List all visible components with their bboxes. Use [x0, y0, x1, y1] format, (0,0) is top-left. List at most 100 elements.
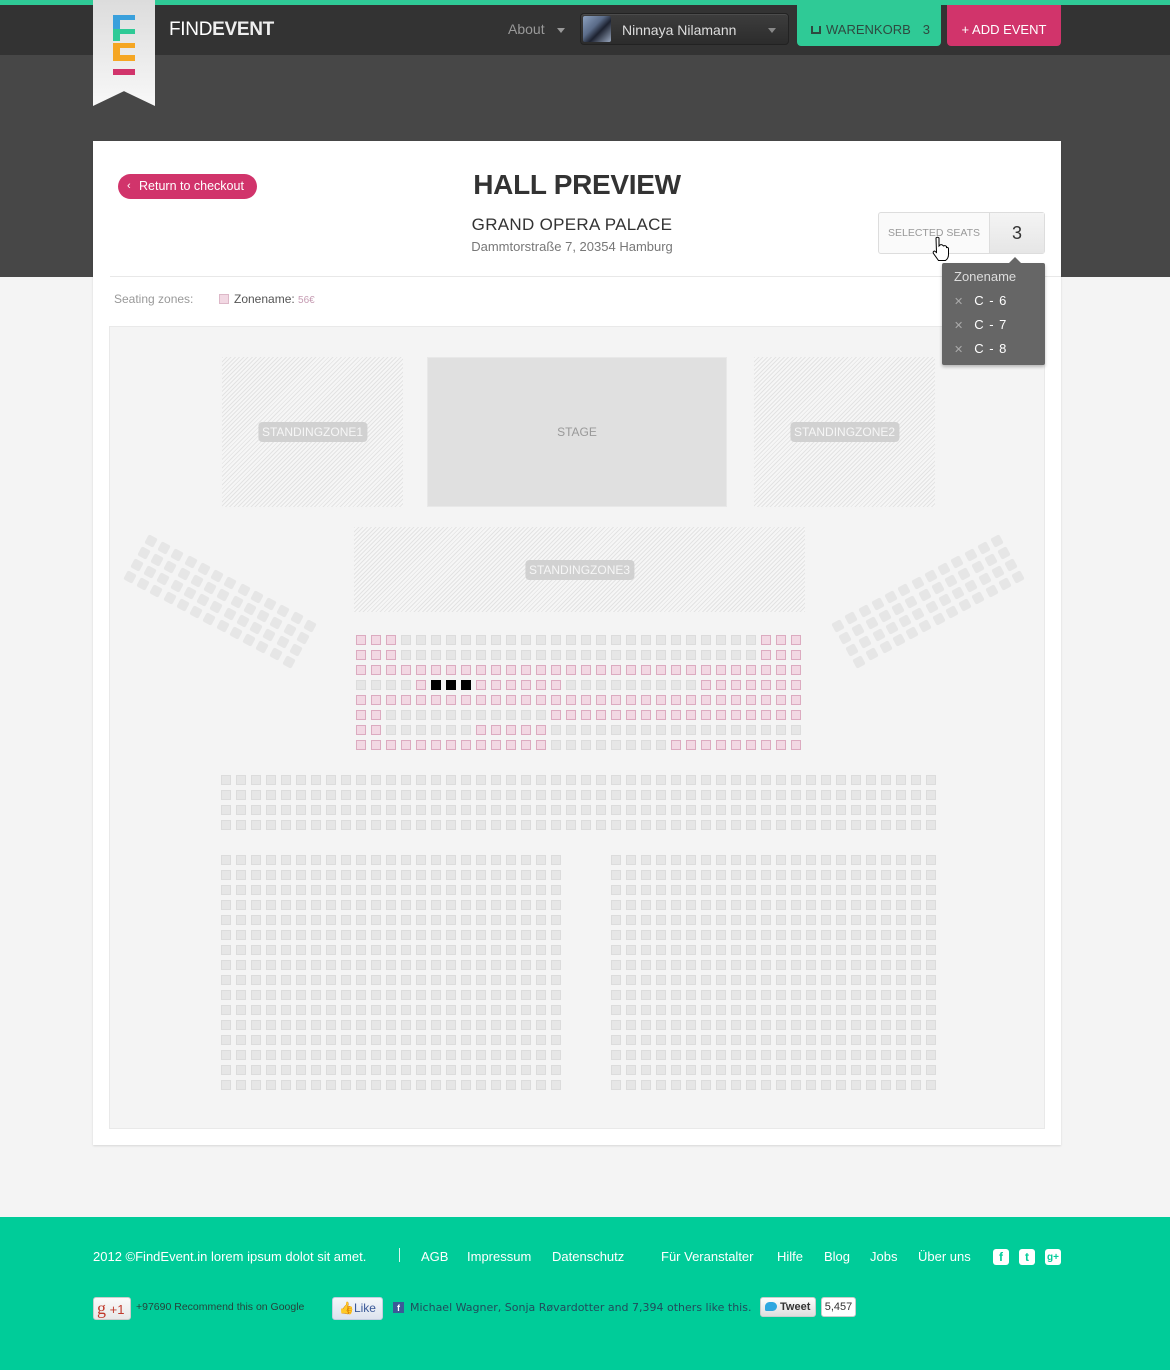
seat-available[interactable] [551, 665, 561, 675]
seat-available[interactable] [746, 680, 756, 690]
seat-available[interactable] [671, 695, 681, 705]
seat-available[interactable] [791, 695, 801, 705]
footer-link-impressum[interactable]: Impressum [467, 1249, 531, 1264]
seat-available[interactable] [671, 665, 681, 675]
seat-available[interactable] [446, 695, 456, 705]
footer-link-hilfe[interactable]: Hilfe [777, 1249, 803, 1264]
seat-available[interactable] [371, 740, 381, 750]
seat-available[interactable] [761, 665, 771, 675]
seat-available[interactable] [521, 695, 531, 705]
seat-available[interactable] [356, 710, 366, 720]
seat-available[interactable] [431, 740, 441, 750]
seat-available[interactable] [506, 740, 516, 750]
seat-available[interactable] [686, 740, 696, 750]
seat-available[interactable] [431, 695, 441, 705]
seat-available[interactable] [506, 695, 516, 705]
seat-available[interactable] [431, 665, 441, 675]
seat-available[interactable] [776, 680, 786, 690]
seat-available[interactable] [461, 665, 471, 675]
seat-available[interactable] [416, 665, 426, 675]
brand-name[interactable]: FINDEVENT [169, 19, 274, 41]
tweet-button[interactable]: Tweet [760, 1297, 816, 1317]
seat-available[interactable] [371, 665, 381, 675]
seat-available[interactable] [791, 650, 801, 660]
seat-available[interactable] [491, 725, 501, 735]
seat-available[interactable] [761, 740, 771, 750]
seat-available[interactable] [446, 740, 456, 750]
seat-available[interactable] [611, 710, 621, 720]
seat-available[interactable] [701, 740, 711, 750]
seat-available[interactable] [506, 665, 516, 675]
seat-available[interactable] [371, 710, 381, 720]
seat-available[interactable] [476, 695, 486, 705]
seat-available[interactable] [656, 665, 666, 675]
google-plus-icon[interactable]: g+ [1045, 1249, 1061, 1265]
selected-seats-box[interactable]: SELECTED SEATS 3 [878, 212, 1045, 254]
seat-available[interactable] [761, 650, 771, 660]
seat-available[interactable] [746, 740, 756, 750]
seat-available[interactable] [596, 665, 606, 675]
seat-selected[interactable] [446, 680, 456, 690]
seat-available[interactable] [491, 665, 501, 675]
seat-available[interactable] [776, 665, 786, 675]
footer-link-jobs[interactable]: Jobs [870, 1249, 897, 1264]
logo[interactable] [93, 0, 155, 106]
standing-zone-3[interactable]: STANDINGZONE3 [354, 527, 805, 612]
facebook-like-button[interactable]: 👍Like [332, 1297, 383, 1320]
seat-available[interactable] [536, 740, 546, 750]
seat-available[interactable] [776, 695, 786, 705]
seat-available[interactable] [761, 680, 771, 690]
seat-available[interactable] [491, 680, 501, 690]
seat-available[interactable] [776, 635, 786, 645]
seat-available[interactable] [461, 740, 471, 750]
tooltip-seat-item[interactable]: ✕ C - 7 [954, 317, 1007, 332]
seat-available[interactable] [776, 650, 786, 660]
seat-available[interactable] [686, 710, 696, 720]
seat-available[interactable] [791, 680, 801, 690]
about-menu[interactable]: About [508, 21, 565, 37]
seat-available[interactable] [731, 695, 741, 705]
seat-available[interactable] [581, 695, 591, 705]
seat-available[interactable] [596, 695, 606, 705]
seat-available[interactable] [506, 680, 516, 690]
seat-available[interactable] [491, 695, 501, 705]
seat-available[interactable] [446, 665, 456, 675]
tooltip-seat-item[interactable]: ✕ C - 8 [954, 341, 1007, 356]
footer-link-ueber-uns[interactable]: Über uns [918, 1249, 971, 1264]
seat-available[interactable] [791, 635, 801, 645]
seat-available[interactable] [761, 695, 771, 705]
footer-link-blog[interactable]: Blog [824, 1249, 850, 1264]
seat-available[interactable] [371, 635, 381, 645]
seat-available[interactable] [536, 725, 546, 735]
seat-available[interactable] [356, 725, 366, 735]
seat-available[interactable] [401, 740, 411, 750]
seat-available[interactable] [731, 710, 741, 720]
seat-available[interactable] [761, 710, 771, 720]
facebook-icon[interactable]: f [993, 1249, 1009, 1265]
seat-available[interactable] [356, 695, 366, 705]
seat-available[interactable] [581, 665, 591, 675]
seat-available[interactable] [791, 740, 801, 750]
seat-available[interactable] [626, 710, 636, 720]
seat-available[interactable] [791, 710, 801, 720]
seat-available[interactable] [776, 740, 786, 750]
standing-zone-1[interactable]: STANDINGZONE1 [222, 357, 403, 507]
standing-zone-2[interactable]: STANDINGZONE2 [754, 357, 935, 507]
seat-available[interactable] [356, 635, 366, 645]
seat-available[interactable] [671, 740, 681, 750]
footer-link-fuer-veranstalter[interactable]: Für Veranstalter [661, 1249, 754, 1264]
footer-link-datenschutz[interactable]: Datenschutz [552, 1249, 624, 1264]
seat-available[interactable] [566, 695, 576, 705]
seat-available[interactable] [656, 710, 666, 720]
seat-available[interactable] [641, 695, 651, 705]
seat-available[interactable] [521, 680, 531, 690]
footer-link-agb[interactable]: AGB [421, 1249, 448, 1264]
seat-available[interactable] [386, 635, 396, 645]
seat-available[interactable] [761, 635, 771, 645]
seat-available[interactable] [551, 680, 561, 690]
seat-available[interactable] [461, 695, 471, 705]
seat-available[interactable] [611, 665, 621, 675]
seat-available[interactable] [476, 665, 486, 675]
add-event-button[interactable]: + ADD EVENT [947, 5, 1061, 46]
selected-seats-count[interactable]: 3 [989, 213, 1044, 253]
